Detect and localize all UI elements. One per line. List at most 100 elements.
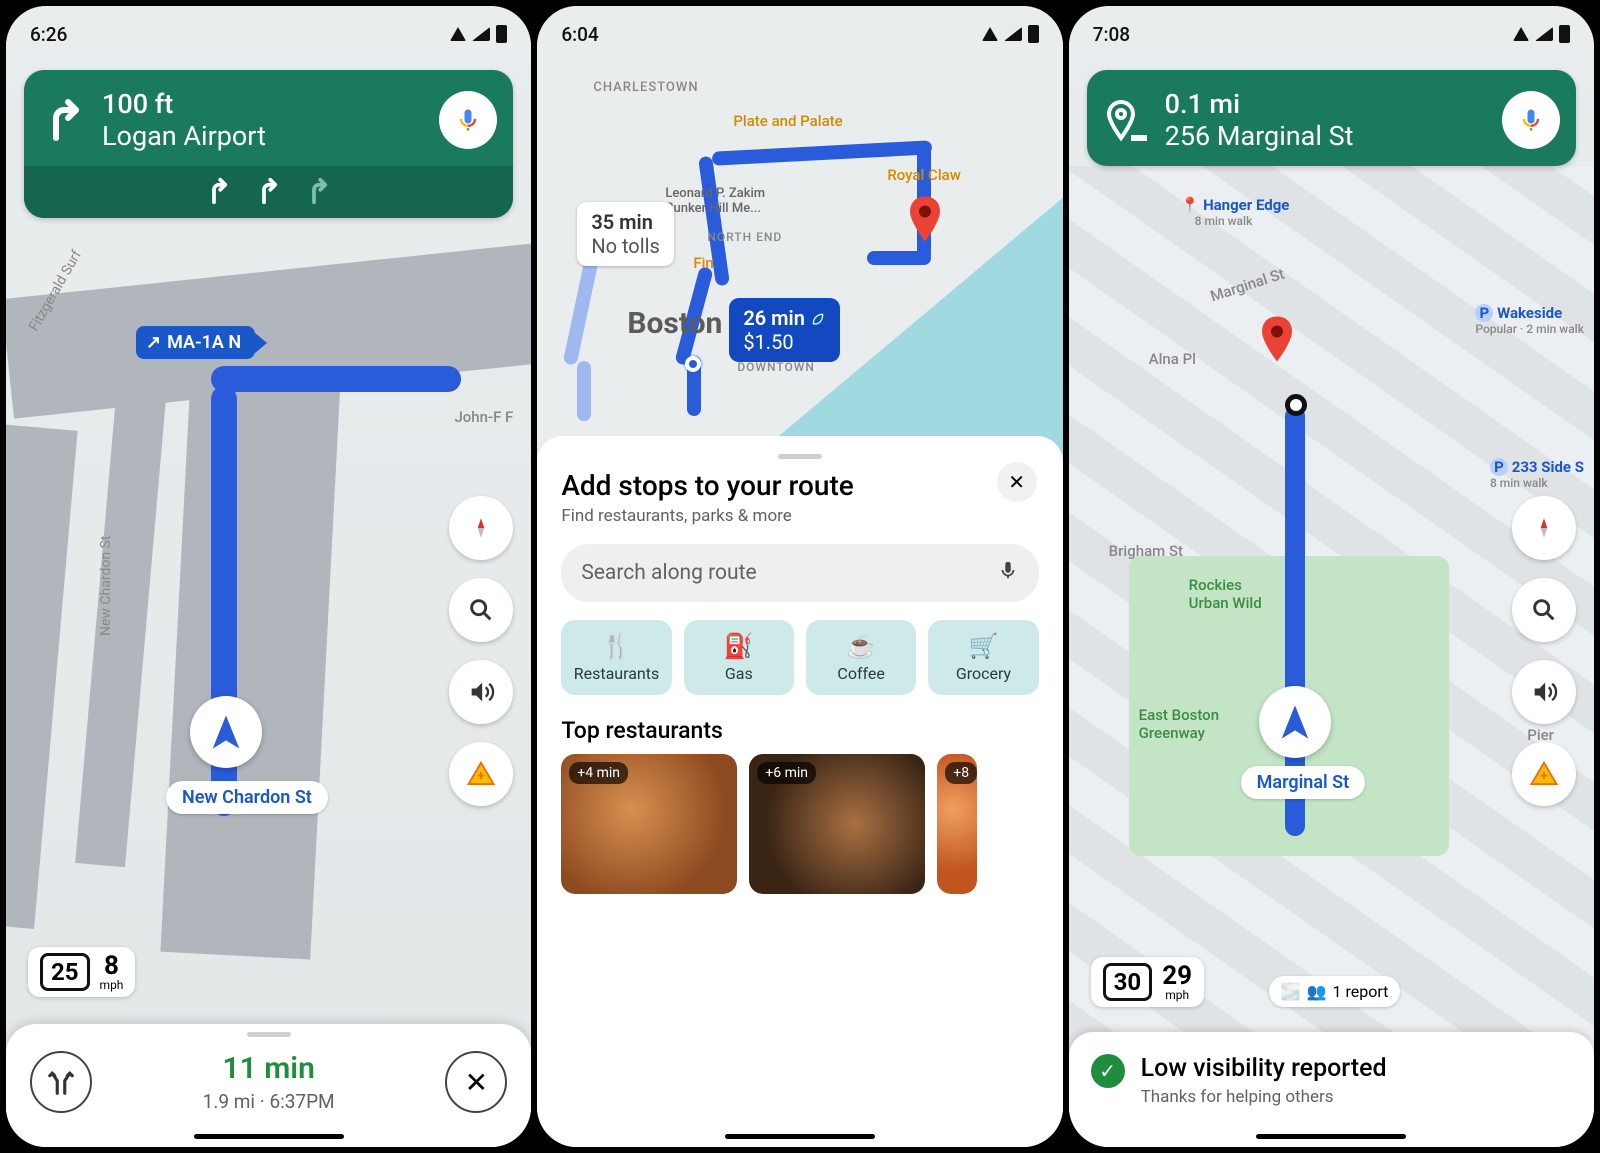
voice-search-button[interactable] [1502,91,1560,149]
report-hazard-button[interactable]: + [1512,742,1576,806]
turn-destination: Logan Airport [102,120,266,152]
home-indicator[interactable] [1256,1134,1406,1139]
grocery-icon: 🛒 [932,632,1034,660]
people-icon: 👥 [1307,982,1327,1001]
current-street-pill: Marginal St [1241,766,1366,799]
compass-button[interactable] [449,496,513,560]
map-poi-label[interactable]: Plate and Palate [733,112,842,130]
wifi-icon [450,27,466,41]
map-poi-label[interactable]: Leonard P. Zakim Bunker Hill Me... [665,186,765,216]
map-road-label: Alna Pl [1149,350,1196,368]
route-end-marker [1285,394,1307,416]
arrive-destination-icon [1103,96,1151,144]
status-bar: 6:04 [537,6,1062,62]
lane-right-icon [204,176,234,206]
direction-banner[interactable]: 0.1 mi 256 Marginal St [1087,70,1576,166]
restaurant-card[interactable]: +4 min [561,754,737,894]
map-poi-label[interactable]: P WakesidePopular · 2 min walk [1475,304,1584,336]
map-park-label: East Boston Greenway [1139,706,1219,742]
fog-icon: 🌫️ [1281,982,1301,1001]
map-poi-label[interactable]: 📍 Hanger Edge8 min walk [1181,196,1290,228]
detour-badge: +8 [945,762,977,784]
detour-badge: +4 min [569,762,628,784]
search-placeholder: Search along route [581,561,756,585]
status-bar: 6:26 [6,6,531,62]
sound-button[interactable] [449,660,513,724]
map-poi-label[interactable]: P 233 Side S8 min walk [1490,458,1584,490]
coffee-icon: ☕ [810,632,912,660]
current-location-marker [190,696,262,768]
chip-gas[interactable]: ⛽Gas [684,620,794,695]
turn-right-icon [40,96,88,144]
chip-grocery[interactable]: 🛒Grocery [928,620,1038,695]
battery-icon [496,25,507,43]
signal-icon [472,27,490,41]
wifi-icon [1513,27,1529,41]
map-road-label: Brigham St [1109,542,1183,560]
current-location-marker [1259,686,1331,758]
wifi-icon [982,27,998,41]
checkmark-icon: ✓ [1091,1054,1125,1088]
route-shield: ↗ MA-1A N [136,326,255,359]
status-bar: 7:08 [1069,6,1594,62]
alternate-routes-button[interactable] [30,1051,92,1113]
signal-icon [1004,27,1022,41]
phone-navigation-turn: 6:26 New Chardon St Fitzgerald Surf John… [6,6,531,1147]
drag-handle[interactable] [778,454,822,459]
sheet-subtitle: Find restaurants, parks & more [561,506,1038,526]
current-speed: 29mph [1162,963,1192,1001]
signal-icon [1535,27,1553,41]
category-chips: 🍴Restaurants ⛽Gas ☕Coffee 🛒Grocery [561,620,1038,695]
home-indicator[interactable] [194,1134,344,1139]
search-along-route-input[interactable]: Search along route [561,544,1038,602]
map-district-label: DOWNTOWN [737,360,815,374]
clock: 6:04 [561,23,598,46]
clock: 6:26 [30,23,67,46]
lane-guidance [24,166,513,218]
restaurant-cards: +4 min +6 min +8 [561,754,1038,894]
voice-search-button[interactable] [439,91,497,149]
search-button[interactable] [1512,578,1576,642]
speed-widget: 25 8mph [28,947,135,997]
clock: 7:08 [1093,23,1130,46]
add-stops-sheet[interactable]: ✕ Add stops to your route Find restauran… [537,436,1062,1147]
phone-low-visibility: 7:08 📍 Hanger Edge8 min walk P WakesideP… [1069,6,1594,1147]
svg-text:+: + [1540,768,1548,784]
close-navigation-button[interactable]: ✕ [445,1051,507,1113]
restaurant-card[interactable]: +8 [937,754,977,894]
map-district-label: NORTH END [707,230,782,244]
battery-icon [1559,25,1570,43]
restaurant-card[interactable]: +6 min [749,754,925,894]
lane-right-disabled-icon [304,176,334,206]
toast-subtitle: Thanks for helping others [1141,1087,1387,1107]
direction-banner[interactable]: 100 ft Logan Airport [24,70,513,218]
close-button[interactable]: ✕ [997,462,1037,502]
map-poi-label[interactable]: Royal Claw [887,166,961,184]
detour-badge: +6 min [757,762,816,784]
chip-coffee[interactable]: ☕Coffee [806,620,916,695]
chip-restaurants[interactable]: 🍴Restaurants [561,620,671,695]
alternate-route-pill[interactable]: 35 minNo tolls [577,202,673,266]
compass-button[interactable] [1512,496,1576,560]
microphone-icon[interactable] [997,559,1019,587]
selected-route-pill[interactable]: 26 min $1.50 [729,298,840,362]
confirmation-toast: ✓ Low visibility reported Thanks for hel… [1069,1032,1594,1147]
map-poi-label[interactable]: Fin [693,254,713,272]
speed-widget: 30 29mph [1091,957,1204,1007]
search-button[interactable] [449,578,513,642]
trip-summary-bar[interactable]: 11 min 1.9 mi · 6:37PM ✕ [6,1024,531,1147]
destination-pin-icon [1259,316,1295,366]
destination-pin-icon [907,196,943,246]
lane-right-icon [254,176,284,206]
map-city-label: Boston [627,306,722,341]
speed-limit: 25 [40,953,90,991]
map-district-label: CHARLESTOWN [593,80,698,95]
incident-report-pill[interactable]: 🌫️👥1 report [1269,976,1401,1007]
status-icons [450,25,507,43]
home-indicator[interactable] [725,1134,875,1139]
sound-button[interactable] [1512,660,1576,724]
svg-text:+: + [478,768,486,784]
toast-title: Low visibility reported [1141,1054,1387,1083]
report-hazard-button[interactable]: + [449,742,513,806]
phone-add-stops: 6:04 CHARLESTOWN Plate and Palate Royal … [537,6,1062,1147]
